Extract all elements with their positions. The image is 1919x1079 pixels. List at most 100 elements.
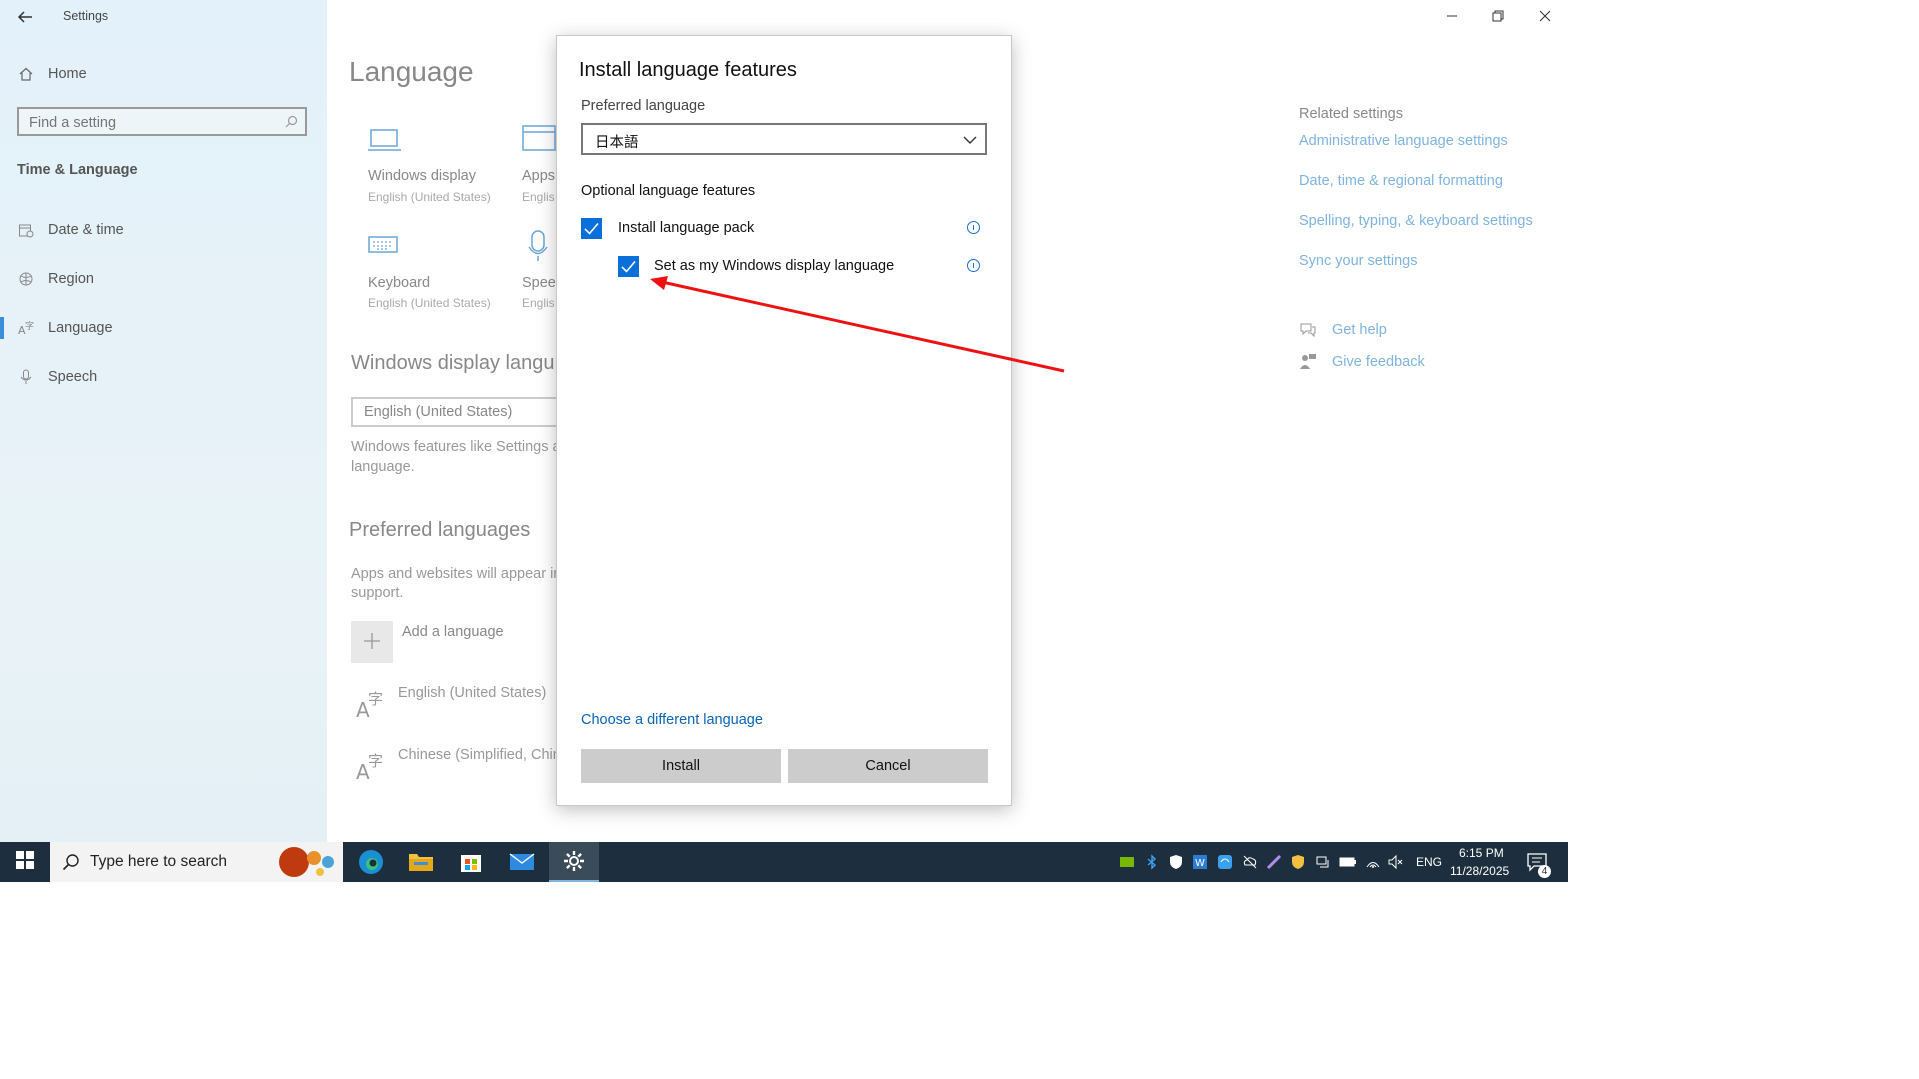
microsoft-store-icon[interactable] [446,842,496,882]
clock-date[interactable]: 11/28/2025 [1450,864,1509,878]
window-title: Settings [63,9,109,23]
taskbar-search-placeholder: Type here to search [90,853,227,870]
display-language-desc-line1: Windows features like Settings a [351,439,561,455]
language-list-item[interactable]: English (United States) [398,685,546,701]
security-shield-icon[interactable] [1290,854,1306,870]
volume-muted-icon[interactable] [1388,854,1404,870]
link-date-time-regional-formatting[interactable]: Date, time & regional formatting [1299,173,1503,189]
taskbar-search-box[interactable]: Type here to search [50,842,343,882]
plus-icon [363,632,381,655]
language-icon: A字 [18,320,34,337]
windows-logo-icon [16,850,34,874]
link-administrative-language-settings[interactable]: Administrative language settings [1299,133,1508,149]
window-icon [522,125,556,158]
svg-text:W: W [1195,858,1205,869]
give-feedback-link[interactable]: Give feedback [1332,354,1425,370]
display-language-heading: Windows display langu [351,352,555,374]
display-language-desc-line2: language. [351,459,415,475]
sidebar-item-label: Region [48,271,94,287]
shield-icon[interactable] [1168,854,1184,870]
preferred-desc-line2: support. [351,585,404,601]
get-help-link[interactable]: Get help [1332,322,1387,338]
bluetooth-icon[interactable] [1144,854,1160,870]
input-language-indicator[interactable]: ENG [1416,855,1442,869]
minimize-icon[interactable] [1444,8,1460,29]
taskbar: Type here to search W ENG 6:15 PM 11/28/… [0,842,1568,882]
globe-icon [18,271,34,287]
feedback-icon [1299,353,1317,376]
home-icon [18,66,34,82]
add-language-button[interactable] [351,621,393,663]
display-language-value: English (United States) [364,404,513,420]
svg-text:字: 字 [368,690,383,708]
install-language-pack-checkbox[interactable] [581,218,602,239]
sidebar-item-date-time[interactable]: Date & time [0,212,327,248]
search-box[interactable] [17,107,307,136]
tile-apps-title[interactable]: Apps [522,168,555,184]
wifi-icon[interactable] [1365,854,1381,870]
sync-app-icon[interactable] [1217,854,1233,870]
network-icon[interactable] [1315,854,1331,870]
word-app-icon[interactable]: W [1192,854,1208,870]
set-display-language-checkbox[interactable] [618,256,639,277]
add-language-label[interactable]: Add a language [402,624,504,640]
page-title: Language [349,56,474,87]
language-list-item[interactable]: Chinese (Simplified, Chin [398,747,561,763]
sidebar-item-language[interactable]: A字 Language [0,310,327,346]
optional-features-heading: Optional language features [581,183,756,199]
tile-keyboard-subtitle: English (United States) [368,296,491,310]
clock-time[interactable]: 6:15 PM [1459,846,1504,860]
tile-windows-display-title[interactable]: Windows display [368,168,476,184]
link-spelling-typing-keyboard[interactable]: Spelling, typing, & keyboard settings [1299,213,1533,229]
help-icon [1299,321,1317,344]
sidebar-item-home[interactable]: Home [0,56,327,92]
start-button[interactable] [0,842,50,882]
install-language-pack-label[interactable]: Install language pack [618,220,754,236]
settings-app-icon[interactable] [549,842,599,882]
search-input[interactable] [19,109,271,136]
install-button[interactable]: Install [581,749,781,783]
mail-icon[interactable] [497,842,547,882]
annotation-arrow [650,276,1065,373]
svg-text:字: 字 [368,752,383,770]
search-highlight-image [272,844,342,885]
language-icon: A字 [356,750,388,787]
preferred-language-label: Preferred language [581,98,706,114]
preferred-language-dropdown[interactable]: 日本語 [581,123,987,155]
nvidia-icon[interactable] [1119,854,1135,870]
search-icon [285,115,298,133]
chevron-down-icon [963,133,977,151]
display-language-dropdown[interactable]: English (United States) [351,397,561,427]
battery-icon[interactable] [1339,854,1356,870]
sidebar-item-label: Language [48,320,113,336]
tile-speech-subtitle: Englis [522,296,555,310]
language-icon: A字 [356,688,388,725]
back-arrow-icon[interactable] [14,6,36,28]
related-settings-heading: Related settings [1299,106,1403,122]
calendar-clock-icon [18,222,34,238]
sidebar-item-speech[interactable]: Speech [0,359,327,395]
microphone-icon [18,369,34,385]
info-icon[interactable] [967,221,980,234]
choose-different-language-link[interactable]: Choose a different language [581,712,763,728]
file-explorer-icon[interactable] [396,842,446,882]
restore-icon[interactable] [1490,8,1506,29]
monitor-icon [368,128,402,159]
cloud-offline-icon[interactable] [1242,854,1258,870]
microphone-icon [527,230,549,267]
cancel-button[interactable]: Cancel [788,749,988,783]
edge-browser-icon[interactable] [346,842,396,882]
tile-keyboard-title[interactable]: Keyboard [368,275,430,291]
close-icon[interactable] [1537,8,1553,29]
svg-text:字: 字 [25,320,34,332]
preferred-languages-heading: Preferred languages [349,519,531,541]
link-sync-settings[interactable]: Sync your settings [1299,253,1417,269]
tile-windows-display-subtitle: English (United States) [368,190,491,204]
sidebar-item-label: Date & time [48,222,124,238]
sidebar: Settings Home Time & Language Date & tim… [0,0,327,842]
search-icon [62,853,80,876]
install-language-dialog: Install language features Preferred lang… [556,35,1012,806]
pen-icon[interactable] [1266,854,1282,870]
sidebar-item-region[interactable]: Region [0,261,327,297]
sidebar-item-label: Home [48,66,87,82]
